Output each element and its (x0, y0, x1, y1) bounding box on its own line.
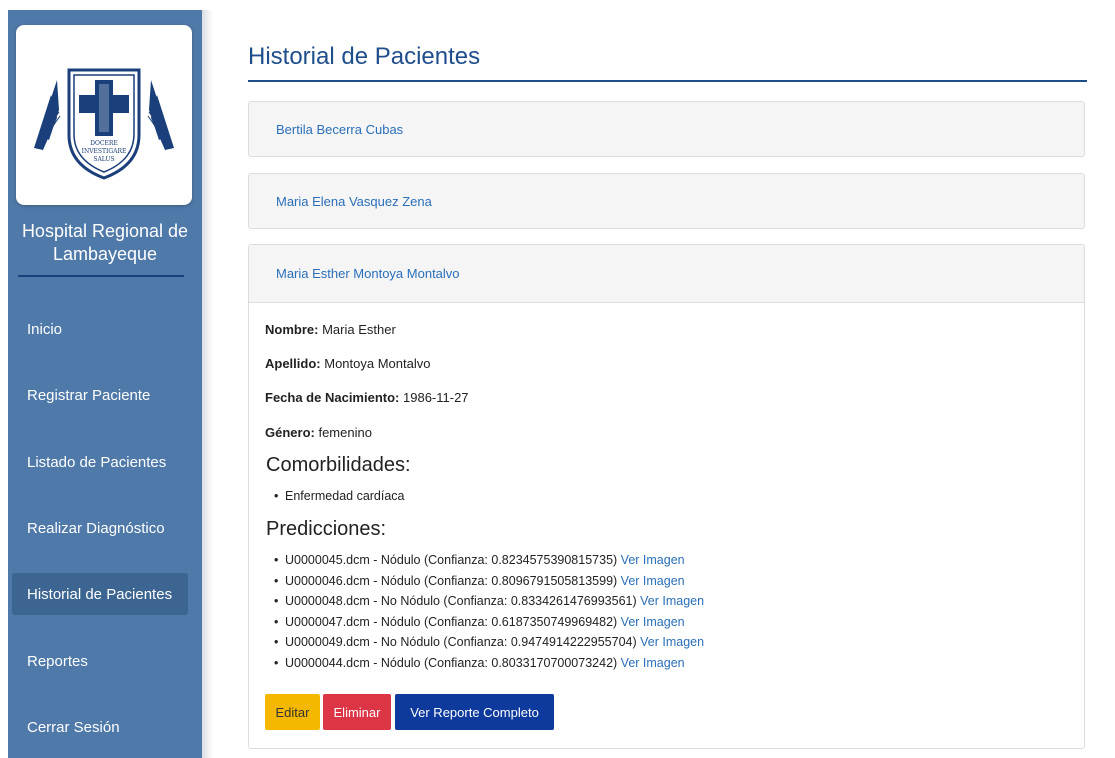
title-divider (248, 80, 1087, 82)
nav-item-cerrar-sesion[interactable]: Cerrar Sesión (12, 706, 188, 748)
hospital-name: Hospital Regional de Lambayeque (21, 221, 189, 264)
prediction-text: U0000044.dcm - Nódulo (Confianza: 0.8033… (285, 655, 618, 670)
nav-item-historial-de-pacientes[interactable]: Historial de Pacientes (12, 573, 188, 615)
field-apellido: Apellido: Montoya Montalvo (265, 356, 430, 371)
svg-text:SALUS: SALUS (93, 156, 114, 163)
patient-accordion-item[interactable]: Bertila Becerra Cubas (248, 101, 1085, 157)
nav-item-registrar-paciente[interactable]: Registrar Paciente (12, 374, 188, 416)
predicciones-list: U0000045.dcm - Nódulo (Confianza: 0.8234… (274, 550, 704, 674)
prediction-text: U0000045.dcm - Nódulo (Confianza: 0.8234… (285, 553, 618, 567)
field-nombre: Nombre: Maria Esther (265, 322, 396, 337)
field-label: Fecha de Nacimiento: (265, 390, 400, 405)
nav-item-inicio[interactable]: Inicio (12, 308, 188, 350)
field-label: Nombre: (265, 322, 319, 337)
comorbilidades-title: Comorbilidades: (266, 454, 411, 476)
prediction-text: U0000046.dcm - Nódulo (Confianza: 0.8096… (285, 573, 618, 588)
page-title: Historial de Pacientes (248, 43, 481, 70)
ver-imagen-link[interactable]: Ver Imagen (640, 594, 704, 608)
field-value: femenino (318, 425, 372, 440)
sidebar-shadow (202, 10, 214, 758)
main-content: Historial de Pacientes Bertila Becerra C… (248, 0, 1087, 758)
field-label: Género: (265, 425, 315, 440)
patient-accordion-item[interactable]: Maria Elena Vasquez Zena (248, 173, 1085, 229)
ver-imagen-link[interactable]: Ver Imagen (621, 656, 685, 670)
hospital-divider (18, 275, 184, 277)
field-genero: Género: femenino (265, 425, 372, 440)
ver-imagen-link[interactable]: Ver Imagen (621, 615, 685, 629)
nav-item-reportes[interactable]: Reportes (12, 640, 188, 682)
list-item: U0000045.dcm - Nódulo (Confianza: 0.8234… (274, 550, 704, 571)
field-value: Maria Esther (322, 322, 396, 337)
list-item: U0000048.dcm - No Nódulo (Confianza: 0.8… (274, 591, 704, 612)
comorbilidades-list: Enfermedad cardíaca (274, 486, 404, 507)
view-full-report-button[interactable]: Ver Reporte Completo (395, 694, 554, 730)
list-item: U0000047.dcm - Nódulo (Confianza: 0.6187… (274, 612, 704, 633)
list-item: U0000044.dcm - Nódulo (Confianza: 0.8033… (274, 653, 704, 674)
svg-text:DOCERE: DOCERE (90, 140, 118, 147)
list-item: U0000046.dcm - Nódulo (Confianza: 0.8096… (274, 571, 704, 592)
prediction-text: U0000048.dcm - No Nódulo (Confianza: 0.8… (285, 594, 637, 609)
edit-button[interactable]: Editar (265, 694, 320, 730)
svg-text:INVESTIGARE: INVESTIGARE (82, 148, 127, 155)
patient-accordion-expanded: Maria Esther Montoya Montalvo Nombre: Ma… (248, 244, 1085, 749)
list-item: U0000049.dcm - No Nódulo (Confianza: 0.9… (274, 632, 704, 653)
patient-accordion-header[interactable]: Maria Esther Montoya Montalvo (249, 245, 1084, 303)
ver-imagen-link[interactable]: Ver Imagen (621, 553, 685, 567)
hospital-crest-icon: DOCERE INVESTIGARE SALUS (34, 68, 174, 180)
hospital-logo: DOCERE INVESTIGARE SALUS (16, 25, 192, 205)
ver-imagen-link[interactable]: Ver Imagen (621, 574, 685, 588)
delete-button[interactable]: Eliminar (323, 694, 391, 730)
prediction-text: U0000047.dcm - Nódulo (Confianza: 0.6187… (285, 614, 618, 629)
field-value: Montoya Montalvo (324, 356, 431, 371)
sidebar: DOCERE INVESTIGARE SALUS Hospital Region… (8, 10, 202, 758)
prediction-text: U0000049.dcm - No Nódulo (Confianza: 0.9… (285, 635, 637, 650)
field-value: 1986-11-27 (403, 390, 469, 405)
nav-item-listado-de-pacientes[interactable]: Listado de Pacientes (12, 441, 188, 483)
nav-item-realizar-diagnostico[interactable]: Realizar Diagnóstico (12, 507, 188, 549)
predicciones-title: Predicciones: (266, 518, 387, 540)
field-label: Apellido: (265, 356, 321, 371)
list-item: Enfermedad cardíaca (274, 486, 404, 507)
field-fecha-nacimiento: Fecha de Nacimiento: 1986-11-27 (265, 390, 469, 405)
ver-imagen-link[interactable]: Ver Imagen (640, 635, 704, 649)
